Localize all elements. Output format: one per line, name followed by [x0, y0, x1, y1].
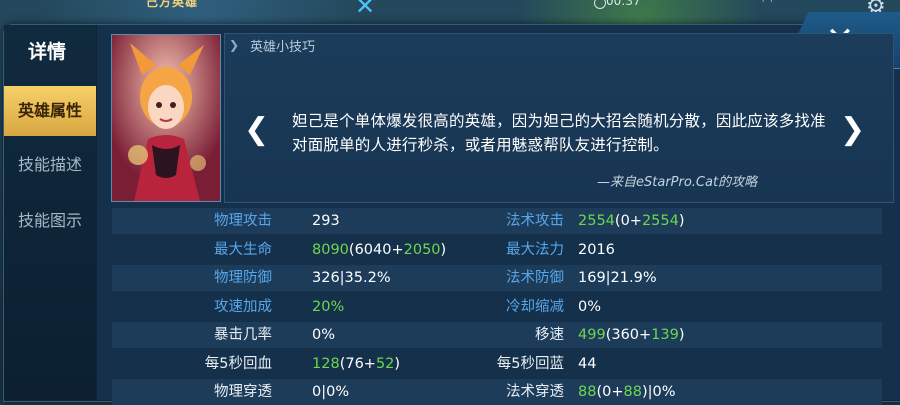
- stat-value-right-part: 2554: [641, 213, 679, 229]
- stat-value-left: 0%: [312, 322, 335, 348]
- stat-value-left-part: ): [394, 355, 401, 372]
- stat-value-left: 20%: [312, 294, 344, 320]
- stat-label-right: 最大法力: [506, 241, 564, 258]
- stat-value-right-part: 2554: [578, 213, 615, 229]
- stat-value-right: 2554(0+2554): [578, 208, 685, 234]
- stat-value-left-part: 128: [312, 355, 340, 372]
- stat-value-left-part: 2050: [403, 241, 441, 258]
- stat-row: 每5秒回血 128(76+52) 每5秒回蓝 44: [112, 351, 882, 377]
- close-minimap-icon[interactable]: ✕: [355, 0, 375, 20]
- top-bar: 己方英雄 ✕ 00:37 ◠ ⚙: [0, 0, 900, 26]
- stat-value-left-part: 326|35.2%: [312, 270, 391, 286]
- stat-value-right-part: ): [678, 327, 685, 343]
- tab-hero-attributes[interactable]: 英雄属性: [4, 86, 96, 136]
- stat-label-left: 物理穿透: [214, 384, 272, 400]
- stat-label-right: 法术穿透: [506, 384, 564, 400]
- hero-portrait: [111, 34, 221, 202]
- tab-skill-diagram[interactable]: 技能图示: [4, 196, 96, 246]
- tips-text: 妲己是个单体爆发很高的英雄，因为妲己的大招会随机分散，因此应该多找准对面脱单的人…: [292, 112, 826, 154]
- stat-label-left: 最大生命: [214, 241, 272, 258]
- stat-value-right-part: 0%: [578, 298, 602, 315]
- prev-tip-button[interactable]: ❮: [244, 112, 269, 147]
- stat-value-right: 169|21.9%: [578, 265, 657, 291]
- stat-label-left: 每5秒回血: [204, 355, 272, 372]
- stat-value-left-part: (6040+: [348, 241, 404, 258]
- team-label: 己方英雄: [146, 0, 199, 9]
- stat-row: 物理攻击 293 法术攻击 2554(0+2554): [112, 208, 882, 234]
- next-tip-button[interactable]: ❯: [840, 112, 865, 147]
- tips-source: —来自eStarPro.Cat的攻略: [597, 175, 758, 190]
- chevron-right-icon: ❯: [229, 38, 240, 52]
- stat-label-left: 物理防御: [214, 270, 272, 286]
- stat-label-right: 法术防御: [506, 270, 564, 286]
- stat-value-left-part: 52: [375, 355, 395, 372]
- stat-row: 物理防御 326|35.2% 法术防御 169|21.9%: [112, 265, 882, 291]
- stat-label-right: 法术攻击: [506, 213, 564, 229]
- clock-icon: [594, 0, 606, 9]
- stat-label-left: 暴击几率: [214, 327, 272, 343]
- stat-label-left: 物理攻击: [214, 213, 272, 229]
- stat-value-right-part: ): [678, 213, 685, 229]
- stat-value-right: 2016: [578, 237, 615, 263]
- stat-value-right-part: 499: [578, 327, 606, 343]
- stat-value-right-part: 2016: [578, 241, 615, 258]
- stat-label-left: 攻速加成: [214, 298, 272, 315]
- stat-value-left-part: 8090: [312, 241, 349, 258]
- stat-label-right: 移速: [535, 327, 564, 343]
- stat-value-right: 499(360+139): [578, 322, 685, 348]
- stat-value-left-part: (76+: [339, 355, 376, 372]
- stat-value-left: 128(76+52): [312, 351, 400, 377]
- stat-value-right: 0%: [578, 294, 601, 320]
- stat-value-right-part: 139: [651, 327, 679, 343]
- wifi-icon: ◠: [762, 0, 773, 8]
- stat-value-left-part: ): [440, 241, 447, 258]
- stat-row: 暴击几率 0% 移速 499(360+139): [112, 322, 882, 348]
- stat-row: 物理穿透 0|0% 法术穿透 88(0+88)|0%: [112, 379, 882, 405]
- nav-title: 详情: [28, 41, 67, 63]
- stat-label-right: 每5秒回蓝: [496, 355, 564, 372]
- stat-value-right-part: 88: [623, 384, 642, 400]
- stat-value-right-part: 169|21.9%: [578, 270, 657, 286]
- stat-value-left: 293: [312, 208, 340, 234]
- stat-label-right: 冷却缩减: [506, 298, 564, 315]
- stat-value-left: 0|0%: [312, 379, 349, 405]
- stat-value-right-part: (0+: [596, 384, 624, 400]
- stat-value-right: 88(0+88)|0%: [578, 379, 676, 405]
- stat-value-left-part: 0%: [312, 327, 336, 343]
- match-timer: 00:37: [606, 0, 641, 8]
- tips-header: 英雄小技巧: [250, 40, 316, 55]
- stat-value-left-part: 20%: [312, 298, 345, 315]
- stat-value-left-part: 293: [312, 213, 340, 229]
- stat-value-left: 8090(6040+2050): [312, 237, 446, 263]
- stat-value-left: 326|35.2%: [312, 265, 391, 291]
- stat-value-right-part: 44: [578, 355, 597, 372]
- stat-value-left-part: 0|0%: [312, 384, 350, 400]
- tab-skill-description[interactable]: 技能描述: [4, 140, 96, 190]
- stat-value-right-part: (360+: [605, 327, 652, 343]
- stat-value-right-part: (0+: [614, 213, 642, 229]
- stat-row: 最大生命 8090(6040+2050) 最大法力 2016: [112, 237, 882, 263]
- stat-value-right-part: )|0%: [641, 384, 676, 400]
- stat-row: 攻速加成 20% 冷却缩减 0%: [112, 294, 882, 320]
- stat-value-right-part: 88: [578, 384, 597, 400]
- stat-value-right: 44: [578, 351, 596, 377]
